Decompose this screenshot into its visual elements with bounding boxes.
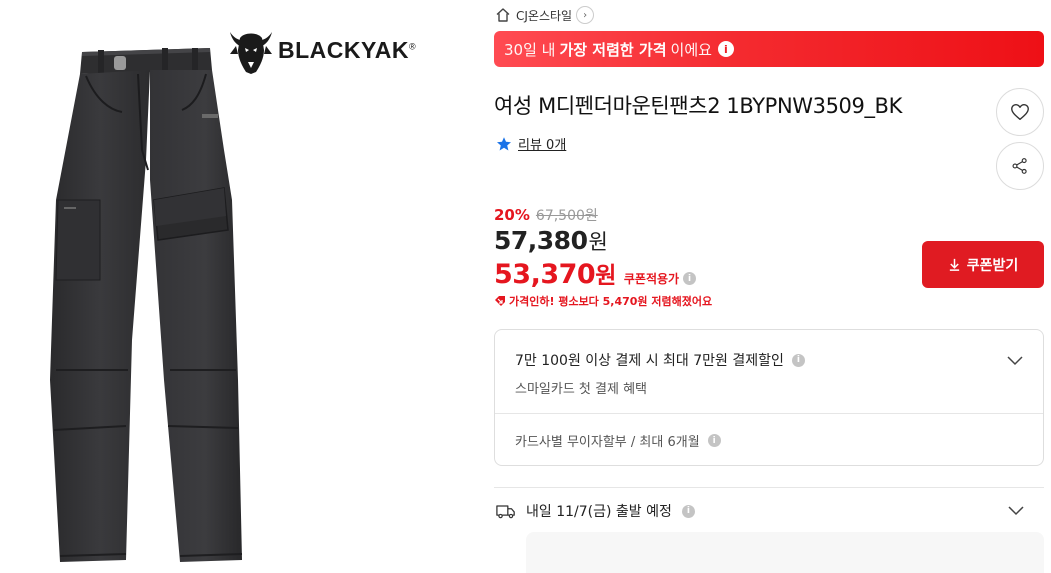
download-icon [949,258,959,271]
brand-logo: BLACKYAK® [226,24,422,76]
info-icon[interactable]: i [717,41,734,57]
star-icon [497,136,511,150]
product-info-panel: CJ온스타일 › 30일 내 가장 저렴한 가격 이에요 i 여성 M디펜더마운… [494,0,1051,573]
sale-price-unit: 원 [588,230,608,254]
installment-info: 카드사별 무이자할부 / 최대 6개월 i [515,431,721,450]
sale-price: 57,380원 [494,226,608,256]
info-icon[interactable]: i [683,272,697,285]
review-link[interactable]: 리뷰 0개 [518,134,566,153]
brand-name: BLACKYAK [278,37,409,63]
product-image-area[interactable]: BLACKYAK® [0,0,470,573]
product-title: 여성 M디펜더마운틴팬츠2 1BYPNW3509_BK [494,94,902,118]
price-drop-notice: 가격인하! 평소보다 5,470원 저렴해졌어요 [494,293,712,309]
chevron-right-icon: › [576,6,595,24]
price-down-icon [495,296,505,306]
info-icon[interactable]: i [681,504,695,518]
wishlist-button[interactable] [996,88,1044,136]
payment-benefits-box[interactable]: 7만 100원 이상 결제 시 최대 7만원 결제할인 i 스마일카드 첫 결제… [494,329,1044,466]
benefit-subtext: 스마일카드 첫 결제 혜택 [515,382,647,397]
coupon-price-row: 53,370원 쿠폰적용가 i [494,256,697,290]
review-summary[interactable]: 리뷰 0개 [496,134,566,153]
banner-prefix: 30일 내 [504,40,556,59]
coupon-price-amount: 53,370 [494,259,596,290]
coupon-price-unit: 원 [595,263,616,289]
benefit-headline: 7만 100원 이상 결제 시 최대 7만원 결제할인 i [515,350,805,370]
info-icon[interactable]: i [707,434,721,447]
share-icon [1012,158,1027,174]
benefit-headline-text: 7만 100원 이상 결제 시 최대 7만원 결제할인 [515,353,784,369]
price-drop-text: 가격인하! 평소보다 5,470원 저렴해졌어요 [509,295,713,308]
truck-icon [496,504,515,518]
installment-text: 카드사별 무이자할부 / 최대 6개월 [515,435,700,450]
discount-rate: 20% [494,206,530,224]
delivery-text: 내일 11/7(금) 출발 예정 [526,504,672,520]
coupon-download-button[interactable]: 쿠폰받기 [922,241,1044,288]
divider [494,487,1044,488]
heart-icon [1011,103,1029,121]
coupon-button-label: 쿠폰받기 [966,257,1019,274]
shop-link[interactable]: CJ온스타일 › [494,5,595,25]
discount-row: 20% 67,500원 [494,205,598,225]
chevron-down-icon[interactable] [1005,350,1025,370]
sale-price-amount: 57,380 [494,226,588,255]
coupon-price-label-text: 쿠폰적용가 [623,272,680,286]
coupon-price-label: 쿠폰적용가 i [623,270,697,287]
pants-product-image [50,48,243,562]
info-icon[interactable]: i [791,353,805,367]
chevron-down-icon[interactable] [1006,500,1026,520]
banner-highlight: 가장 저렴한 가격 [559,40,667,59]
registered-mark: ® [408,41,417,52]
home-icon [494,6,512,24]
shop-name: CJ온스타일 [516,8,573,23]
delivery-detail-panel [526,532,1044,573]
original-price: 67,500원 [535,208,598,224]
lowest-price-banner[interactable]: 30일 내 가장 저렴한 가격 이에요 i [494,31,1044,67]
share-button[interactable] [996,142,1044,190]
banner-suffix: 이에요 [670,40,712,59]
delivery-info[interactable]: 내일 11/7(금) 출발 예정 i [496,501,695,521]
divider [495,413,1043,414]
coupon-price: 53,370원 [494,256,616,290]
